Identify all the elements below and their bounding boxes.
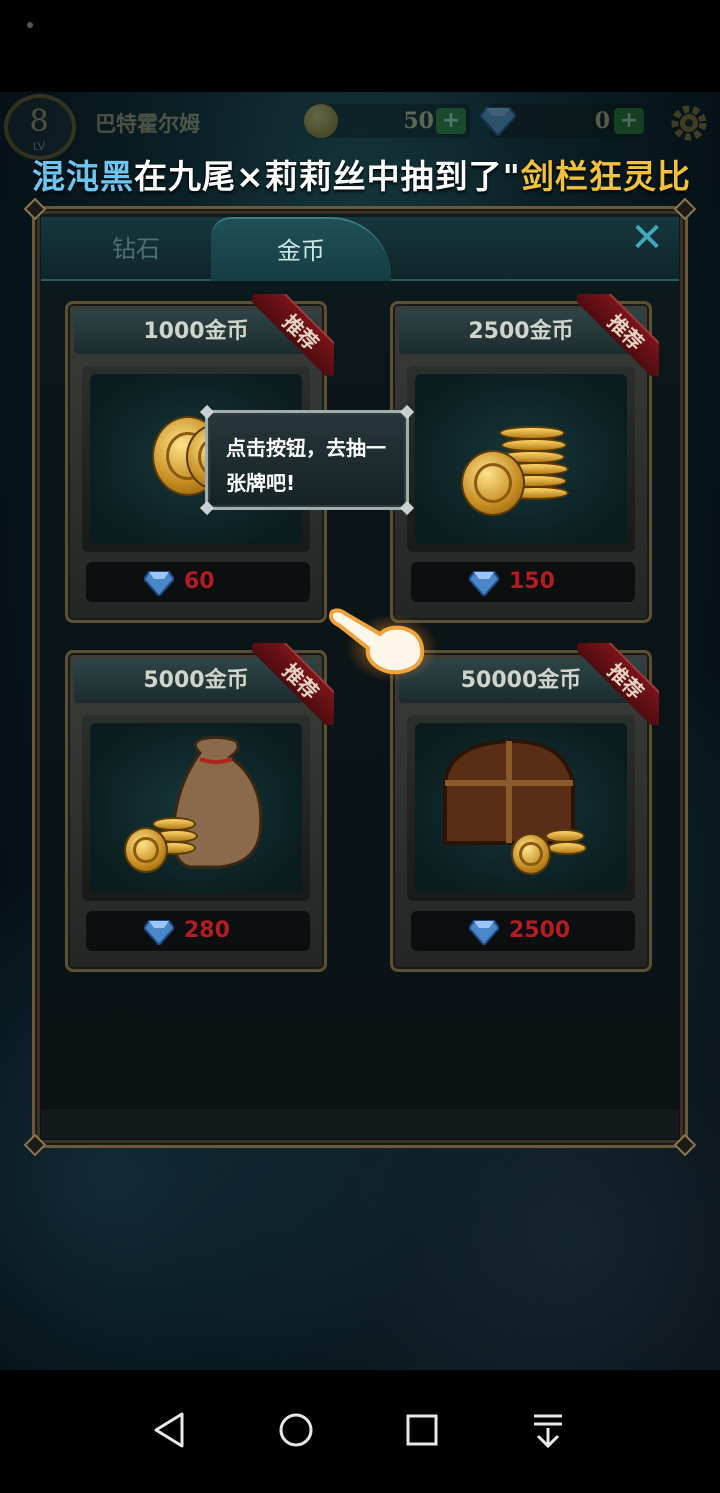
buy-button[interactable]: 280: [86, 911, 310, 951]
navigation-bar: [0, 1370, 720, 1493]
close-icon[interactable]: ✕: [629, 218, 665, 258]
tab-strip: 钻石 金币 ✕: [41, 217, 679, 281]
recommend-ribbon: 推荐: [577, 294, 659, 376]
product-card-2500[interactable]: 2500金币 150 推荐: [390, 294, 659, 623]
notification-pull-down-icon[interactable]: [518, 1400, 578, 1460]
marquee-text: 在九尾×莉莉丝中抽到了": [134, 157, 521, 196]
card-image-frame: [82, 715, 310, 901]
card-image-frame: [407, 366, 635, 552]
recommend-ribbon: 推荐: [252, 643, 334, 725]
pointing-hand-icon: [329, 608, 436, 682]
diamond-icon: [144, 920, 174, 945]
price-value: 2500: [509, 918, 571, 943]
home-icon[interactable]: [266, 1400, 326, 1460]
notification-dot: [27, 22, 33, 28]
coin-bag-icon: [90, 723, 302, 893]
buy-button[interactable]: 150: [411, 562, 635, 602]
ribbon-label: 推荐: [577, 294, 659, 376]
tooltip-text: 点击按钮，去抽一张牌吧!: [226, 436, 386, 495]
recommend-ribbon: 推荐: [252, 294, 334, 376]
status-bar: [0, 0, 720, 92]
ribbon-label: 推荐: [252, 294, 334, 376]
treasure-chest-icon: [415, 723, 627, 893]
broadcast-marquee: 混沌黑在九尾×莉莉丝中抽到了"剑栏狂灵比: [32, 150, 691, 198]
diamond-icon: [469, 920, 499, 945]
buy-button[interactable]: 60: [86, 562, 310, 602]
product-card-50000[interactable]: 50000金币 2500 推荐: [390, 643, 659, 972]
card-image-frame: [407, 715, 635, 901]
buy-button[interactable]: 2500: [411, 911, 635, 951]
diamond-icon: [469, 571, 499, 596]
coin-stack-icon: [415, 374, 627, 544]
price-value: 280: [184, 918, 230, 943]
ribbon-label: 推荐: [577, 643, 659, 725]
product-card-5000[interactable]: 5000金币 280 推荐: [65, 643, 334, 972]
price-value: 60: [184, 569, 215, 594]
marquee-card: 剑栏狂灵比: [520, 157, 691, 196]
recommend-ribbon: 推荐: [577, 643, 659, 725]
marquee-player: 混沌黑: [32, 157, 134, 196]
ribbon-label: 推荐: [252, 643, 334, 725]
tab-diamond[interactable]: 钻石: [41, 217, 231, 281]
panel-footer: [41, 1109, 679, 1139]
tutorial-tooltip: 点击按钮，去抽一张牌吧!: [199, 404, 415, 516]
back-icon[interactable]: [140, 1400, 200, 1460]
price-value: 150: [509, 569, 555, 594]
tab-gold[interactable]: 金币: [211, 217, 391, 281]
diamond-icon: [144, 571, 174, 596]
recents-icon[interactable]: [392, 1400, 452, 1460]
game-screen: 8 LV 巴特霍尔姆 50 + 0 + 混沌黑在九尾×莉莉丝中抽到了"剑栏狂灵比: [0, 92, 720, 1370]
